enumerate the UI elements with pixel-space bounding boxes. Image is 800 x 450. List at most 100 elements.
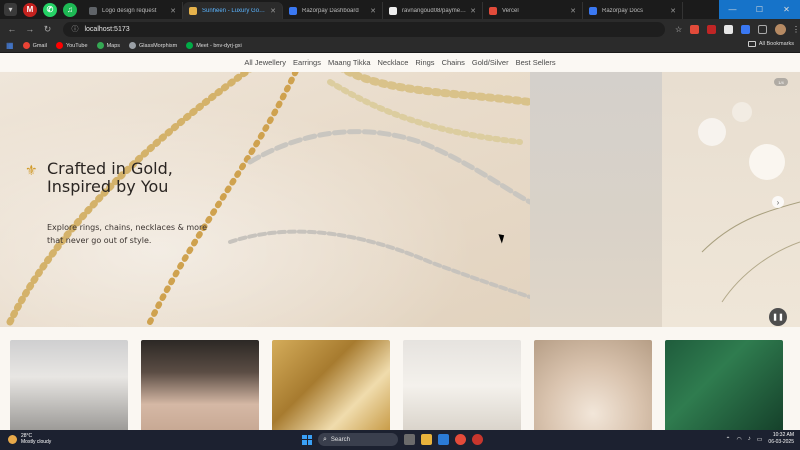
- browser-tab[interactable]: Sunheen - Luxury Gold & Diamond ✕: [183, 2, 283, 19]
- maximize-icon[interactable]: ☐: [746, 0, 773, 19]
- bookmark-label: Gmail: [32, 42, 47, 49]
- category-nav-item[interactable]: Chains: [442, 58, 465, 67]
- category-nav-item[interactable]: Best Sellers: [516, 58, 556, 67]
- bookmark-item[interactable]: Meet - bnv-dyrj-gxi: [186, 42, 242, 49]
- tab-label: Razorpay Dashboard: [302, 7, 359, 14]
- wifi-icon[interactable]: ◠: [737, 436, 742, 443]
- category-thumbnail[interactable]: [534, 340, 652, 430]
- site-info-icon[interactable]: ⓘ: [71, 24, 78, 34]
- extension-icon[interactable]: [707, 24, 717, 34]
- browser-tab[interactable]: Vercel ✕: [483, 2, 583, 19]
- browser-menu-icon[interactable]: ⋮: [792, 25, 800, 34]
- bookmark-item[interactable]: Gmail: [22, 42, 47, 49]
- chrome-icon[interactable]: [455, 434, 466, 445]
- vscode-icon[interactable]: [438, 434, 449, 445]
- category-thumbnail[interactable]: [10, 340, 128, 430]
- bookmark-label: Maps: [106, 42, 121, 49]
- browser-tab[interactable]: Razorpay Dashboard ✕: [283, 2, 383, 19]
- extension-icon[interactable]: [741, 24, 751, 34]
- minimize-icon[interactable]: —: [719, 0, 746, 19]
- url-input[interactable]: ⓘ localhost:5173: [63, 21, 665, 37]
- volume-icon[interactable]: ♪: [748, 436, 751, 442]
- tab-favicon-icon: [489, 6, 497, 15]
- bookmarks-bar: ▦ Gmail YouTube Maps GlassMorphism Meet - bn…: [0, 39, 800, 53]
- weather-widget[interactable]: 28°C Mostly cloudy: [8, 433, 51, 445]
- category-thumbnail[interactable]: [141, 340, 259, 430]
- extension-icon[interactable]: [724, 24, 734, 34]
- tab-close-icon[interactable]: ✕: [370, 7, 376, 15]
- bookmark-label: YouTube: [65, 42, 88, 49]
- web-page: All Jewellery Earrings Maang Tikka Necklace…: [0, 53, 800, 430]
- category-nav: All Jewellery Earrings Maang Tikka Necklace…: [0, 53, 800, 71]
- browser-tab-strip: ▾ M ✆ ♫ Logo design request ✕ Sunheen - Lu…: [0, 0, 800, 19]
- forward-icon[interactable]: →: [24, 24, 36, 34]
- tray-overflow-icon[interactable]: ⌃: [725, 436, 730, 443]
- bookmark-favicon-icon: [55, 42, 63, 49]
- bookmark-star-icon[interactable]: ☆: [675, 25, 682, 34]
- tab-close-icon[interactable]: ✕: [170, 7, 176, 15]
- chrome-profile-icon[interactable]: [472, 434, 483, 445]
- clock[interactable]: 10:32 AM 06-03-2025: [768, 432, 794, 446]
- carousel-next-button[interactable]: ›: [772, 196, 784, 208]
- clock-time: 10:32 AM: [772, 432, 794, 438]
- file-explorer-icon[interactable]: [421, 434, 432, 445]
- start-menu-icon[interactable]: [302, 434, 312, 445]
- hero-title: Crafted in Gold, Inspired by You: [47, 159, 173, 196]
- bookmark-favicon-icon: [129, 42, 137, 49]
- all-bookmarks-label: All Bookmarks: [758, 41, 794, 47]
- category-thumbnail[interactable]: [272, 340, 390, 430]
- bookmark-item[interactable]: GlassMorphism: [129, 42, 177, 49]
- hero-slide-next-preview: [530, 72, 662, 327]
- pinned-tab-gmail-icon[interactable]: M: [23, 2, 37, 17]
- close-window-icon[interactable]: ✕: [773, 0, 800, 19]
- category-nav-item[interactable]: All Jewellery: [244, 58, 286, 67]
- taskbar-search-input[interactable]: ⌕ Search: [318, 433, 398, 446]
- tab-close-icon[interactable]: ✕: [570, 7, 576, 15]
- all-bookmarks-button[interactable]: All Bookmarks: [747, 41, 794, 47]
- category-nav-item[interactable]: Necklace: [378, 58, 409, 67]
- pinned-tab-spotify-icon[interactable]: ♫: [63, 2, 77, 17]
- tab-close-icon[interactable]: ✕: [470, 7, 476, 15]
- weather-icon: [8, 434, 17, 444]
- battery-icon[interactable]: ▭: [757, 436, 763, 443]
- category-thumbnail[interactable]: [665, 340, 783, 430]
- browser-tab[interactable]: ravnangoud08/payments-Crm ✕: [383, 2, 483, 19]
- apps-grid-icon[interactable]: ▦: [6, 41, 14, 50]
- search-icon: ⌕: [323, 435, 327, 443]
- browser-tab[interactable]: Razorpay Docs ✕: [583, 2, 683, 19]
- extension-icon[interactable]: [690, 24, 700, 34]
- weather-description: Mostly cloudy: [21, 439, 52, 445]
- carousel-pause-button[interactable]: ❚❚: [769, 308, 787, 326]
- tab-close-icon[interactable]: ✕: [670, 7, 676, 15]
- url-text: localhost:5173: [84, 25, 130, 33]
- back-icon[interactable]: ←: [6, 24, 18, 34]
- hero-carousel: ⚜ Crafted in Gold, Inspired by You Explo…: [0, 72, 800, 327]
- tab-favicon-icon: [589, 6, 597, 15]
- tab-label: Razorpay Docs: [602, 7, 644, 14]
- tab-search-icon[interactable]: ▾: [4, 3, 17, 16]
- reload-icon[interactable]: ↻: [42, 24, 54, 35]
- tab-label: Vercel: [502, 7, 519, 14]
- task-view-icon[interactable]: [404, 434, 415, 445]
- tab-label: Sunheen - Luxury Gold & Diamond: [202, 7, 266, 14]
- category-thumbnails: [10, 340, 790, 430]
- category-nav-item[interactable]: Earrings: [293, 58, 321, 67]
- browser-tab[interactable]: Logo design request ✕: [83, 2, 183, 19]
- category-nav-item[interactable]: Rings: [415, 58, 434, 67]
- bookmark-label: GlassMorphism: [139, 42, 178, 49]
- tab-favicon-icon: [189, 6, 197, 15]
- category-nav-item[interactable]: Maang Tikka: [328, 58, 371, 67]
- bookmark-item[interactable]: Maps: [96, 42, 121, 49]
- tab-label: ravnangoud08/payments-Crm: [402, 7, 466, 14]
- category-thumbnail[interactable]: [403, 340, 521, 430]
- profile-avatar[interactable]: [775, 23, 786, 35]
- bookmark-item[interactable]: YouTube: [55, 42, 88, 49]
- pinned-tab-whatsapp-icon[interactable]: ✆: [43, 2, 57, 17]
- system-tray: ⌃ ◠ ♪ ▭ 10:32 AM 06-03-2025: [725, 432, 794, 446]
- bookmark-favicon-icon: [22, 42, 30, 49]
- tab-close-icon[interactable]: ✕: [270, 7, 276, 15]
- folder-icon: [747, 41, 756, 47]
- category-nav-item[interactable]: Gold/Silver: [472, 58, 509, 67]
- slide-counter: 1/4: [774, 78, 788, 86]
- extensions-puzzle-icon[interactable]: [758, 24, 768, 34]
